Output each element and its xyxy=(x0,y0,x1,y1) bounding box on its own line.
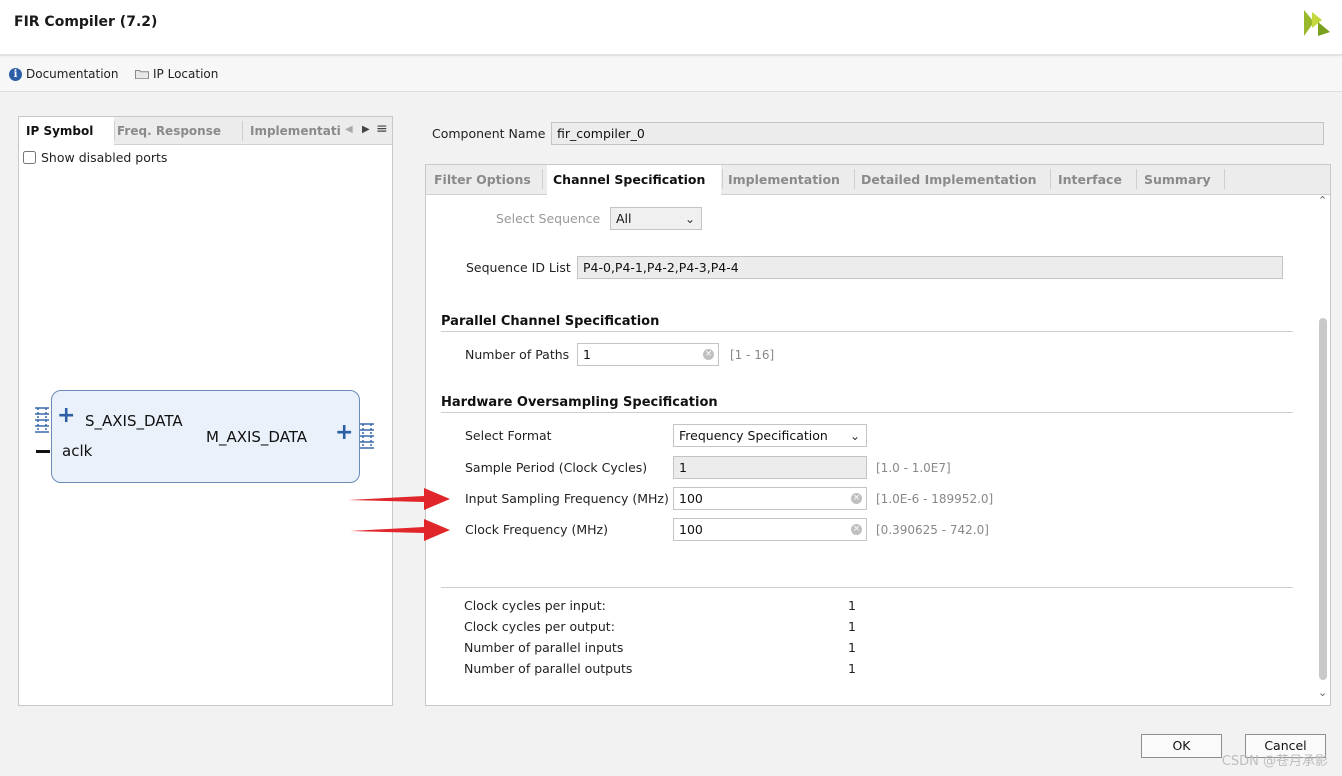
input-sampling-frequency-input[interactable]: 100 × xyxy=(673,487,867,510)
m-axis-data-port: M_AXIS_DATA xyxy=(206,428,308,446)
chevron-down-icon: ⌄ xyxy=(849,429,860,443)
left-tab-bar: IP Symbol Freq. Response Implementati ◀ … xyxy=(19,117,392,146)
chevron-down-icon: ⌄ xyxy=(684,212,695,226)
window-title: FIR Compiler (7.2) xyxy=(14,14,158,30)
tab-implementation-config[interactable]: Implementation xyxy=(722,165,846,195)
show-disabled-ports-checkbox[interactable] xyxy=(23,151,36,164)
section-divider xyxy=(441,412,1293,413)
expand-m-axis-icon[interactable]: + xyxy=(335,422,353,444)
bus-port-right-icon xyxy=(360,423,374,449)
tab-separator xyxy=(542,169,543,189)
scroll-left-icon[interactable]: ◀ xyxy=(345,124,353,135)
folder-icon xyxy=(135,70,149,79)
sequence-id-list-label: Sequence ID List xyxy=(466,260,571,275)
tab-separator xyxy=(1224,169,1225,189)
select-format-dropdown[interactable]: Frequency Specification ⌄ xyxy=(673,424,867,447)
summary-value: 1 xyxy=(848,640,856,655)
select-sequence-dropdown[interactable]: All ⌄ xyxy=(610,207,702,230)
tab-summary[interactable]: Summary xyxy=(1138,165,1217,195)
tab-ip-symbol[interactable]: IP Symbol xyxy=(19,117,114,146)
ip-location-button[interactable]: IP Location xyxy=(135,67,218,81)
tab-freq-response[interactable]: Freq. Response xyxy=(110,117,243,145)
parallel-channel-title: Parallel Channel Specification xyxy=(441,314,660,329)
summary-value: 1 xyxy=(848,598,856,613)
component-name-input[interactable]: fir_compiler_0 xyxy=(551,122,1324,145)
select-format-label: Select Format xyxy=(465,428,552,443)
sample-period-label: Sample Period (Clock Cycles) xyxy=(465,460,648,475)
clear-icon[interactable]: × xyxy=(851,524,862,535)
documentation-button[interactable]: i Documentation xyxy=(9,67,119,81)
summary-value: 1 xyxy=(848,661,856,676)
show-disabled-ports-row: Show disabled ports xyxy=(23,150,167,165)
sample-period-range: [1.0 - 1.0E7] xyxy=(876,461,951,475)
summary-label: Clock cycles per output: xyxy=(464,619,615,634)
section-divider xyxy=(441,331,1293,332)
clear-icon[interactable]: × xyxy=(851,493,862,504)
summary-label: Clock cycles per input: xyxy=(464,598,606,613)
number-of-paths-input[interactable]: 1 × xyxy=(577,343,719,366)
tab-interface[interactable]: Interface xyxy=(1052,165,1128,195)
aclk-port: aclk xyxy=(62,442,93,460)
clock-frequency-range: [0.390625 - 742.0] xyxy=(876,523,989,537)
summary-label: Number of parallel outputs xyxy=(464,661,633,676)
vertical-scrollbar[interactable]: ⌃ ⌄ xyxy=(1316,194,1330,704)
info-icon: i xyxy=(9,67,22,81)
sequence-id-list-input[interactable]: P4-0,P4-1,P4-2,P4-3,P4-4 xyxy=(577,256,1283,279)
ip-location-label: IP Location xyxy=(153,67,219,81)
watermark: CSDN @苍月承影 xyxy=(1221,754,1328,769)
select-format-value: Frequency Specification xyxy=(679,428,828,443)
scrollbar-thumb[interactable] xyxy=(1319,318,1327,680)
show-disabled-ports-label: Show disabled ports xyxy=(41,150,168,165)
tab-separator xyxy=(1050,169,1051,189)
tab-separator xyxy=(1136,169,1137,189)
title-bar: FIR Compiler (7.2) xyxy=(0,0,1342,56)
number-of-paths-label: Number of Paths xyxy=(465,347,570,362)
input-sampling-frequency-label: Input Sampling Frequency (MHz) xyxy=(465,491,669,506)
red-arrow-annotation-icon xyxy=(348,488,450,541)
sample-period-input[interactable]: 1 xyxy=(673,456,867,479)
select-sequence-value: All xyxy=(616,211,632,226)
s-axis-data-port: S_AXIS_DATA xyxy=(85,412,183,430)
toolbar: i Documentation IP Location xyxy=(0,58,1342,92)
tab-filter-options[interactable]: Filter Options xyxy=(428,165,537,195)
ok-button[interactable]: OK xyxy=(1141,734,1222,758)
scroll-down-icon[interactable]: ⌄ xyxy=(1318,686,1327,699)
component-name-label: Component Name xyxy=(432,126,546,141)
hardware-oversampling-title: Hardware Oversampling Specification xyxy=(441,395,718,410)
scroll-right-icon[interactable]: ▶ xyxy=(362,124,370,135)
ip-symbol-block: + S_AXIS_DATA aclk M_AXIS_DATA + xyxy=(51,390,360,483)
xilinx-logo-icon xyxy=(1304,10,1330,36)
config-tab-bar: Filter Options Channel Specification Imp… xyxy=(426,165,1330,196)
tab-menu-icon[interactable]: ≡ xyxy=(376,121,388,137)
clock-frequency-value: 100 xyxy=(679,522,703,537)
summary-divider xyxy=(441,587,1293,588)
scroll-up-icon[interactable]: ⌃ xyxy=(1318,194,1327,207)
number-of-paths-value: 1 xyxy=(583,347,591,362)
select-sequence-label: Select Sequence xyxy=(496,211,601,226)
documentation-label: Documentation xyxy=(26,67,119,81)
expand-s-axis-icon[interactable]: + xyxy=(57,405,75,427)
clear-icon[interactable]: × xyxy=(703,349,714,360)
clock-frequency-label: Clock Frequency (MHz) xyxy=(465,522,608,537)
aclk-port-line xyxy=(36,450,50,453)
summary-value: 1 xyxy=(848,619,856,634)
input-sampling-frequency-value: 100 xyxy=(679,491,703,506)
input-sampling-frequency-range: [1.0E-6 - 189952.0] xyxy=(876,492,994,506)
summary-label: Number of parallel inputs xyxy=(464,640,624,655)
tab-channel-specification[interactable]: Channel Specification xyxy=(547,165,721,196)
clock-frequency-input[interactable]: 100 × xyxy=(673,518,867,541)
tab-implementation[interactable]: Implementati xyxy=(243,117,345,145)
tab-detailed-implementation[interactable]: Detailed Implementation xyxy=(855,165,1043,195)
bus-port-left-icon xyxy=(35,407,49,433)
number-of-paths-range: [1 - 16] xyxy=(730,348,775,362)
